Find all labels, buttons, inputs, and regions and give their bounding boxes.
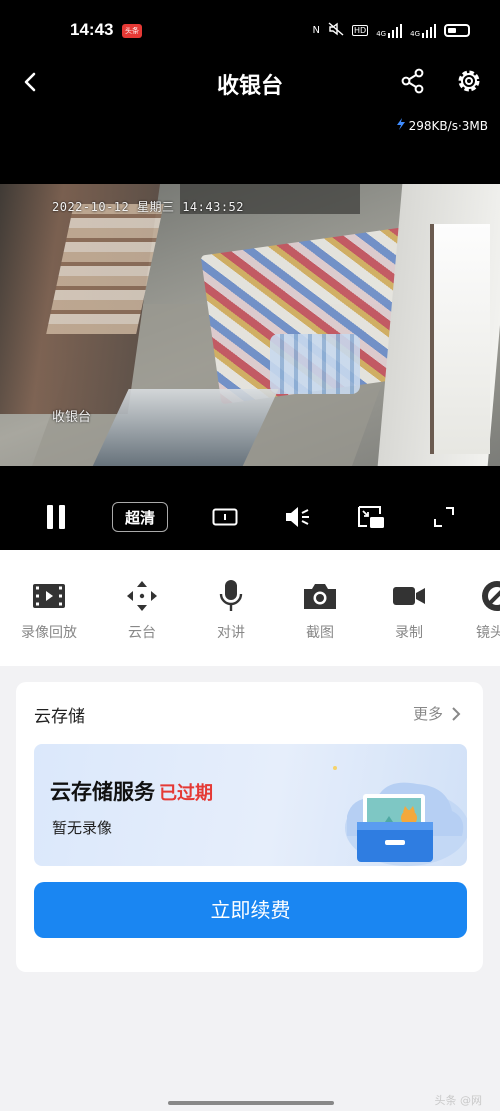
app-screen: 14:43 头条 N HD 4G 4G 收银台 298KB/s·3MB 2022… <box>0 0 500 1111</box>
playback-controls: 超清 <box>0 466 500 550</box>
settings-button[interactable] <box>454 66 484 96</box>
fullscreen-button[interactable] <box>432 502 456 532</box>
video-window <box>430 224 490 454</box>
tool-playback[interactable]: 录像回放 <box>4 578 94 642</box>
aspect-ratio-button[interactable] <box>212 502 238 532</box>
tool-label: 录制 <box>395 625 423 641</box>
picture-in-picture-button[interactable] <box>356 502 386 532</box>
mute-button[interactable] <box>284 502 312 532</box>
nfc-icon: N <box>312 25 321 36</box>
tool-label: 镜头遮 <box>476 625 500 641</box>
video-water-bottles <box>270 334 360 394</box>
tool-label: 录像回放 <box>21 625 77 641</box>
camera-icon <box>304 584 336 609</box>
cloud-service-banner[interactable]: 云存储服务 已过期 暂无录像 <box>34 744 467 866</box>
network-type-1: 4G <box>376 29 387 38</box>
ptz-arrows-icon <box>127 581 157 611</box>
fullscreen-icon <box>434 507 454 527</box>
tool-lens-cover[interactable]: 镜头遮 <box>452 578 500 642</box>
function-toolbar: 录像回放 云台 对讲 截图 录制 镜头 <box>0 550 500 666</box>
quality-button[interactable]: 超清 <box>112 502 168 532</box>
video-camera-icon <box>393 587 425 605</box>
video-timestamp: 2022-10-12 星期三 14:43:52 <box>52 200 244 214</box>
watermark-logo: 头条 @网 <box>434 1094 483 1107</box>
expired-status: 已过期 <box>159 783 213 804</box>
hd-icon: HD <box>352 25 369 36</box>
cloud-storage-card: 云存储 更多 云存储服务 已过期 暂无录像 立即续费 <box>16 682 483 972</box>
app-notification-badge: 头条 <box>122 24 142 38</box>
tool-label: 云台 <box>128 625 156 641</box>
share-button[interactable] <box>398 66 428 96</box>
lens-cover-icon <box>482 581 500 611</box>
more-link[interactable]: 更多 <box>413 703 461 724</box>
pause-button[interactable] <box>44 502 68 532</box>
live-video-feed[interactable]: 2022-10-12 星期三 14:43:52 收银台 <box>0 184 500 466</box>
pause-icon <box>44 505 68 529</box>
banner-title: 云存储服务 已过期 <box>50 776 213 806</box>
gear-icon <box>458 70 480 92</box>
tool-ptz[interactable]: 云台 <box>97 578 187 642</box>
more-label: 更多 <box>412 705 443 723</box>
tool-label: 对讲 <box>217 625 245 641</box>
film-icon <box>33 584 65 608</box>
battery-icon <box>444 24 470 37</box>
network-speed: 298KB/s·3MB <box>396 118 488 133</box>
banner-title-text: 云存储服务 <box>50 780 155 804</box>
banner-subtitle: 暂无录像 <box>52 819 113 837</box>
card-title: 云存储 <box>34 707 85 727</box>
storage-box-illustration <box>333 766 467 866</box>
microphone-icon <box>219 580 243 611</box>
picture-in-picture-icon <box>358 506 384 528</box>
tool-talk[interactable]: 对讲 <box>186 578 276 642</box>
network-type-2: 4G <box>410 29 420 38</box>
speed-bolt-icon <box>396 118 406 133</box>
signal-icon-2: 4G <box>410 23 436 38</box>
speed-text: 298KB/s·3MB <box>408 118 488 133</box>
status-bar: 14:43 头条 N HD 4G 4G <box>0 0 500 62</box>
mute-status-icon <box>328 22 344 39</box>
aspect-ratio-icon <box>212 508 238 526</box>
renew-button[interactable]: 立即续费 <box>34 882 467 938</box>
status-time: 14:43 <box>70 20 114 39</box>
speaker-muted-icon <box>286 507 309 527</box>
share-icon <box>401 68 424 94</box>
top-header: 收银台 298KB/s·3MB <box>0 62 500 184</box>
camera-name-overlay: 收银台 <box>52 410 92 425</box>
home-indicator[interactable] <box>168 1101 334 1105</box>
chevron-right-icon <box>452 706 461 721</box>
signal-icon-1: 4G <box>376 23 403 38</box>
tool-screenshot[interactable]: 截图 <box>275 578 365 642</box>
tool-label: 截图 <box>306 625 334 641</box>
status-icons: N HD 4G 4G <box>313 22 470 39</box>
tool-record[interactable]: 录制 <box>364 578 454 642</box>
